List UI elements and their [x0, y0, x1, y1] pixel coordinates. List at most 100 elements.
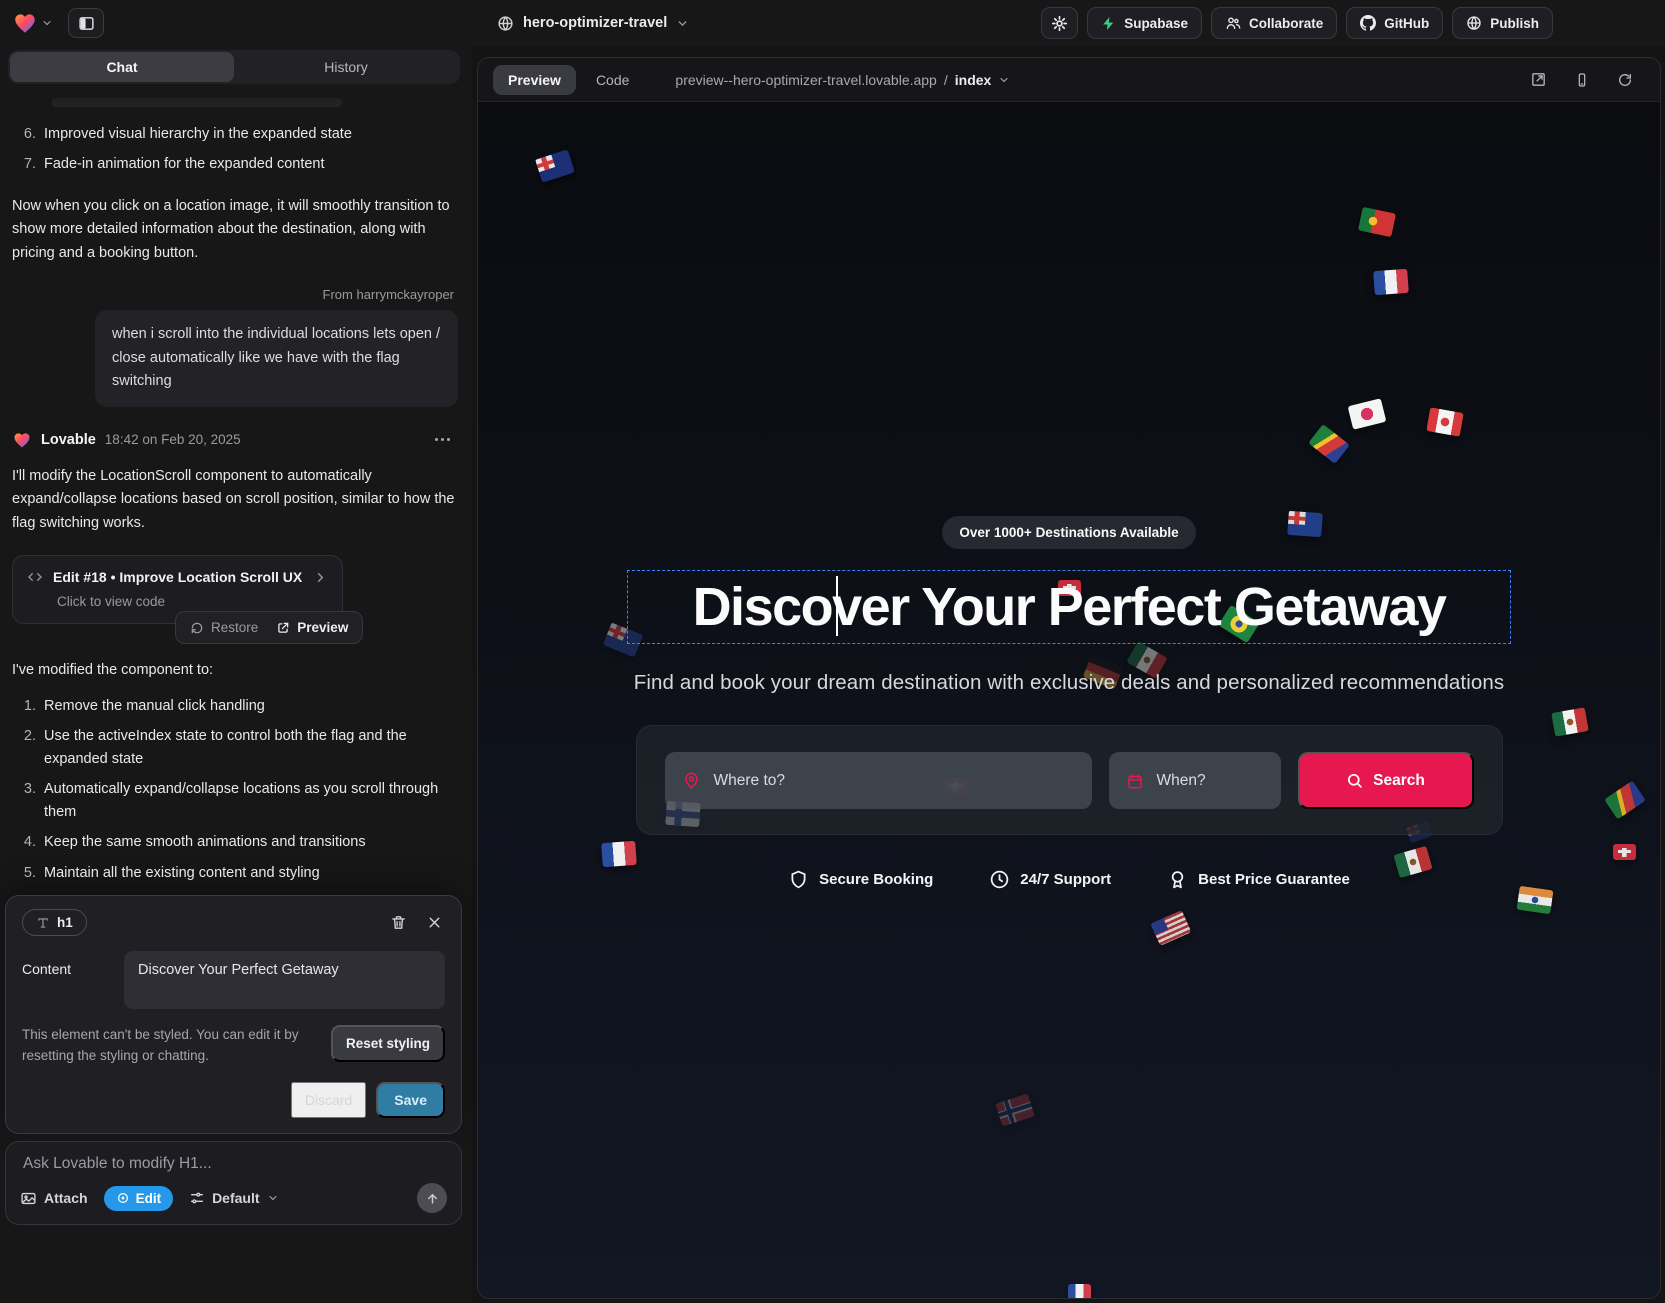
type-icon	[36, 916, 50, 930]
attach-button[interactable]: Attach	[20, 1190, 88, 1207]
user-message: when i scroll into the individual locati…	[95, 310, 458, 406]
save-button[interactable]: Save	[376, 1082, 445, 1118]
image-icon	[20, 1190, 37, 1207]
chevron-down-icon	[676, 17, 689, 30]
refresh-icon[interactable]	[1617, 72, 1633, 88]
map-pin-icon	[682, 771, 701, 790]
top-fade	[0, 84, 472, 104]
list-item: 6. Improved visual hierarchy in the expa…	[10, 119, 458, 149]
assistant-paragraph: Now when you click on a location image, …	[12, 195, 456, 265]
search-card: Where to? When? Search	[636, 725, 1503, 835]
open-in-new-tab-icon[interactable]	[1530, 71, 1547, 88]
publish-button[interactable]: Publish	[1452, 7, 1553, 39]
sliders-icon	[189, 1190, 205, 1206]
github-icon	[1360, 15, 1376, 31]
list-item: 2. Use the activeIndex state to control …	[10, 721, 458, 774]
page-viewport: Over 1000+ Destinations Available Discov…	[478, 102, 1660, 1298]
preview-version-button[interactable]: Preview	[276, 620, 348, 635]
project-switcher[interactable]: hero-optimizer-travel	[497, 0, 689, 46]
external-link-icon	[276, 621, 290, 635]
feature-secure-booking: Secure Booking	[788, 869, 933, 890]
url-separator: /	[944, 72, 948, 88]
restore-icon	[190, 621, 204, 635]
where-input[interactable]: Where to?	[665, 752, 1092, 809]
hero-headline[interactable]: Discover Your Perfect Getaway	[693, 576, 1446, 638]
lovable-logo-menu[interactable]	[12, 10, 53, 36]
element-tag-pill: h1	[22, 909, 87, 936]
clock-icon	[989, 869, 1010, 890]
trash-icon[interactable]	[390, 914, 407, 931]
assistant-list-top: 6. Improved visual hierarchy in the expa…	[10, 119, 458, 180]
message-timestamp: 18:42 on Feb 20, 2025	[105, 432, 241, 447]
send-button[interactable]	[417, 1183, 447, 1213]
globe-icon	[1466, 15, 1482, 31]
chat-input[interactable]: Ask Lovable to modify H1...	[20, 1155, 447, 1173]
more-options-icon[interactable]	[435, 438, 450, 441]
list-item: 7. Fade-in animation for the expanded co…	[10, 149, 458, 179]
content-textarea[interactable]: Discover Your Perfect Getaway	[124, 951, 445, 1009]
element-editor-panel: h1 Content Discover Your Perfect Getaway…	[5, 895, 462, 1134]
chevron-down-icon	[998, 74, 1010, 86]
lovable-heart-icon	[12, 430, 32, 450]
panel-left-icon	[78, 15, 95, 32]
list-item: 4. Keep the same smooth animations and t…	[10, 827, 458, 857]
gear-icon	[1051, 15, 1068, 32]
edit-card-subtitle: Click to view code	[57, 594, 328, 609]
restore-button[interactable]: Restore	[190, 620, 258, 635]
chat-history-tabs: Chat History	[8, 50, 460, 84]
content-label: Content	[22, 951, 124, 1009]
tab-preview[interactable]: Preview	[493, 65, 576, 95]
assistant-paragraph: I'll modify the LocationScroll component…	[12, 465, 456, 535]
text-caret	[836, 576, 838, 636]
chevron-down-icon	[267, 1192, 279, 1204]
assistant-name: Lovable	[41, 432, 96, 448]
discard-button[interactable]: Discard	[291, 1082, 366, 1118]
h1-selection-outline: Discover Your Perfect Getaway	[627, 570, 1511, 644]
globe-icon	[497, 15, 514, 32]
chat-panel: Chat History 6. Improved visual hierarch…	[0, 46, 472, 1303]
sidebar-toggle-button[interactable]	[68, 8, 104, 38]
mode-selector[interactable]: Default	[189, 1190, 278, 1206]
mobile-view-icon[interactable]	[1574, 72, 1590, 88]
collaborate-button[interactable]: Collaborate	[1211, 7, 1337, 39]
feature-best-price: Best Price Guarantee	[1167, 869, 1350, 890]
close-icon[interactable]	[426, 914, 443, 931]
url-path: index	[955, 72, 992, 88]
version-actions: Restore Preview	[175, 611, 363, 644]
styling-note: This element can't be styled. You can ed…	[22, 1025, 330, 1067]
hero-subtitle: Find and book your dream destination wit…	[634, 671, 1505, 695]
assistant-header: Lovable 18:42 on Feb 20, 2025	[12, 430, 456, 450]
chevron-right-icon	[313, 570, 328, 585]
search-button[interactable]: Search	[1298, 752, 1474, 809]
preview-url[interactable]: preview--hero-optimizer-travel.lovable.a…	[675, 72, 1010, 88]
chat-messages[interactable]: 6. Improved visual hierarchy in the expa…	[0, 84, 472, 889]
code-icon	[27, 569, 43, 585]
calendar-icon	[1126, 772, 1144, 790]
when-input[interactable]: When?	[1109, 752, 1281, 809]
reset-styling-button[interactable]: Reset styling	[331, 1025, 445, 1062]
assistant-paragraph: I've modified the component to:	[12, 659, 456, 682]
destinations-badge: Over 1000+ Destinations Available	[942, 516, 1195, 549]
users-icon	[1225, 15, 1241, 31]
preview-toolbar: Preview Code preview--hero-optimizer-tra…	[478, 58, 1660, 102]
search-icon	[1346, 772, 1363, 789]
tab-code[interactable]: Code	[586, 65, 639, 95]
feature-badges: Secure Booking 24/7 Support Best Price G…	[788, 869, 1350, 890]
edit-mode-button[interactable]: Edit	[104, 1186, 174, 1211]
feature-support: 24/7 Support	[989, 869, 1111, 890]
arrow-up-icon	[425, 1191, 440, 1206]
lovable-heart-icon	[12, 10, 38, 36]
list-item: 5. Maintain all the existing content and…	[10, 858, 458, 888]
tab-chat[interactable]: Chat	[10, 52, 234, 82]
topbar: hero-optimizer-travel Supabase Collabora…	[0, 0, 1665, 46]
supabase-bolt-icon	[1101, 16, 1116, 31]
preview-pane: Preview Code preview--hero-optimizer-tra…	[477, 57, 1661, 1299]
list-item: 3. Automatically expand/collapse locatio…	[10, 774, 458, 827]
settings-button[interactable]	[1041, 7, 1078, 39]
supabase-button[interactable]: Supabase	[1087, 7, 1202, 39]
user-attribution: From harrymckayroper	[14, 287, 454, 302]
edit-card-title: Edit #18 • Improve Location Scroll UX	[53, 569, 302, 585]
hero-section: Over 1000+ Destinations Available Discov…	[478, 102, 1660, 1298]
tab-history[interactable]: History	[234, 52, 458, 82]
github-button[interactable]: GitHub	[1346, 7, 1443, 39]
